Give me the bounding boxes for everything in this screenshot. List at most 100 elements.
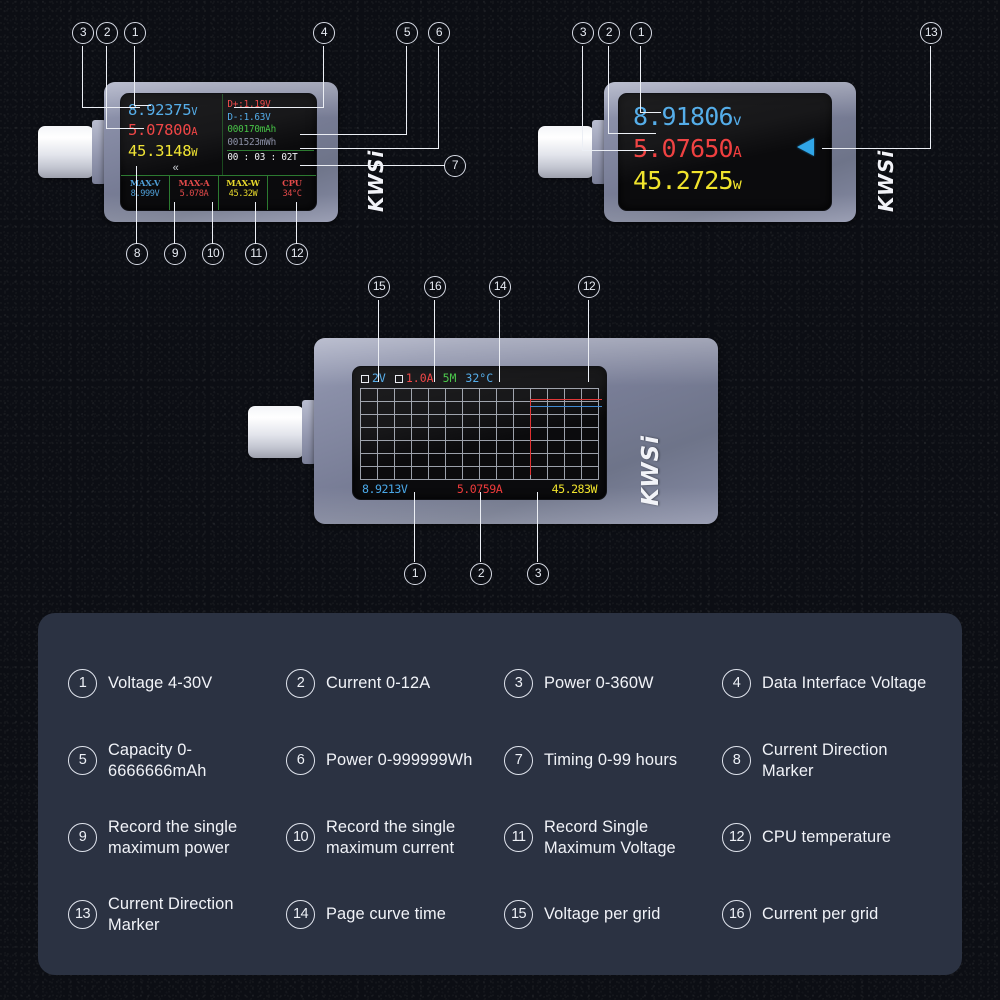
leader-line [106,46,108,129]
brand-logo: KWSi [874,149,898,212]
leader-line [608,46,610,134]
callout-10: 10 [202,243,224,265]
leader-line [582,46,584,151]
leader-line [300,148,439,150]
leader-line [255,202,257,244]
legend-item-12: 12 CPU temperature [722,799,940,876]
legend-number: 7 [504,746,533,775]
callout-3: 3 [72,22,94,44]
callout-12: 12 [286,243,308,265]
leader-line [588,300,590,382]
max-values-row: MAX-V 8.999V MAX-A 5.078A MAX-W 45.32W C… [121,175,316,210]
device3-screen: 2V 1.0A 5M 32°C [352,366,607,500]
leader-line [174,202,176,244]
callout-15: 15 [368,276,390,298]
legend-item-3: 3 Power 0-360W [504,645,722,722]
legend-number: 9 [68,823,97,852]
leader-line [296,202,298,244]
brand-logo: KWSi [638,434,664,506]
legend-label: Capacity 0-6666666mAh [108,740,207,780]
callout-7: 7 [444,155,466,177]
leader-line [82,46,84,108]
legend-label: Current per grid [762,905,879,924]
callout-12: 12 [578,276,600,298]
leader-line [930,46,932,149]
legend-item-16: 16 Current per grid [722,876,940,953]
timer-reading: 00 : 03 : 02T [227,149,314,165]
callout-16: 16 [424,276,446,298]
legend-label: Page curve time [326,905,446,924]
legend-number: 15 [504,900,533,929]
leader-line [136,166,138,244]
legend-number: 11 [504,823,533,852]
legend-item-9: 9 Record the single maximum power [68,799,286,876]
checkbox-icon [361,375,369,383]
dminus-voltage: D-:1.63V [227,111,271,123]
callout-6: 6 [428,22,450,44]
callout-2: 2 [598,22,620,44]
leader-line [537,492,539,562]
voltage-reading: 8.9213V [362,482,408,496]
callout-1: 1 [630,22,652,44]
callout-2: 2 [470,563,492,585]
legend-label: Record the single maximum power [108,817,238,857]
legend-number: 12 [722,823,751,852]
power-reading: 45.283W [551,482,598,496]
legend-label: Current Direction Marker [108,894,234,934]
legend-item-13: 13 Current Direction Marker [68,876,286,953]
max-power-cell: MAX-W 45.32W [219,176,268,210]
leader-line [300,165,445,167]
leader-line [134,105,151,107]
leader-line [134,46,136,106]
legend-label: Voltage 4-30V [108,674,213,693]
leader-line [106,128,144,130]
leader-line [323,46,325,108]
callout-8: 8 [126,243,148,265]
leader-line [582,150,654,152]
legend-number: 13 [68,900,97,929]
legend-label: CPU temperature [762,828,892,847]
legend-number: 10 [286,823,315,852]
legend-grid: 1 Voltage 4-30V 2 Current 0-12A 3 Power 0-3… [38,613,962,975]
callout-3: 3 [572,22,594,44]
legend-item-1: 1 Voltage 4-30V [68,645,286,722]
leader-line [608,133,656,135]
legend-item-4: 4 Data Interface Voltage [722,645,940,722]
amp-per-grid: 1.0A [394,371,434,385]
legend-panel: 1 Voltage 4-30V 2 Current 0-12A 3 Power 0-3… [38,613,962,975]
device2-screen: 8.91806v 5.07650A 45.2725w [618,93,832,211]
leader-line [82,107,140,109]
checkbox-icon [394,375,403,383]
callout-9: 9 [164,243,186,265]
leader-line [822,148,931,150]
callout-14: 14 [489,276,511,298]
legend-number: 14 [286,900,315,929]
leader-line [434,300,436,382]
current-trace [530,399,602,401]
legend-number: 2 [286,669,315,698]
legend-item-8: 8 Current Direction Marker [722,722,940,799]
voltage-reading: 8.91806v [633,102,742,131]
legend-number: 5 [68,746,97,775]
legend-number: 8 [722,746,751,775]
leader-line [640,112,661,114]
leader-line [378,300,380,382]
legend-item-7: 7 Timing 0-99 hours [504,722,722,799]
legend-label: Power 0-999999Wh [326,751,473,770]
infographic-stage: KWSi 8.92375V 5.07800A 45.3148W « D+:1.1… [0,0,1000,1000]
legend-item-15: 15 Voltage per grid [504,876,722,953]
callout-1: 1 [124,22,146,44]
legend-number: 6 [286,746,315,775]
callout-4: 4 [313,22,335,44]
power-reading: 45.3148W [128,141,198,160]
callout-13: 13 [920,22,942,44]
legend-label: Voltage per grid [544,905,661,924]
usb-c-plug [248,406,304,458]
current-reading: 5.07800A [128,121,198,140]
curve-header: 2V 1.0A 5M 32°C [359,371,600,385]
leader-line [234,107,324,109]
legend-label: Record the single maximum current [326,817,456,857]
device1-screen: 8.92375V 5.07800A 45.3148W « D+:1.19V D-… [120,93,317,211]
leader-line [438,46,440,149]
power-reading: 45.2725w [633,166,742,195]
